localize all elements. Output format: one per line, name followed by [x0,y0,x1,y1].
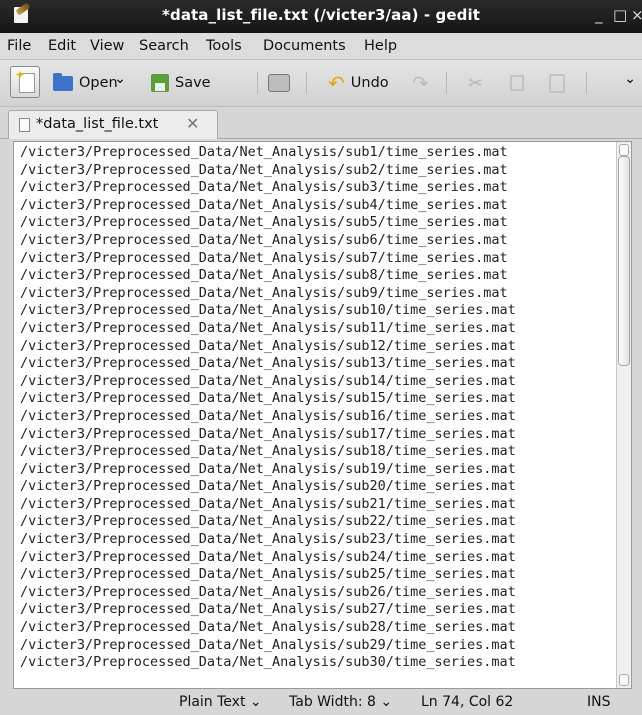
menu-edit[interactable]: Edit [48,38,76,54]
open-label: Open [79,75,118,91]
text-line: /victer3/Preprocessed_Data/Net_Analysis/… [20,495,516,512]
tab-bar: *data_list_file.txt ✕ [0,107,642,139]
text-line: /victer3/Preprocessed_Data/Net_Analysis/… [20,513,516,530]
tab-label: *data_list_file.txt [36,116,159,132]
redo-icon: ↷ [412,71,429,95]
text-line: /victer3/Preprocessed_Data/Net_Analysis/… [20,425,516,442]
chevron-down-icon: ⌄ [114,71,127,87]
open-recent-dropdown[interactable]: ⌄ [114,65,126,93]
save-icon [151,74,169,92]
text-line: /victer3/Preprocessed_Data/Net_Analysis/… [20,337,516,354]
text-line: /victer3/Preprocessed_Data/Net_Analysis/… [20,319,516,336]
toolbar: ✦ Open ⌄ Save ↶ Undo ↷ ✂ ⌄ [0,60,642,107]
menu-tools[interactable]: Tools [206,38,242,54]
text-editor[interactable]: /victer3/Preprocessed_Data/Net_Analysis/… [13,141,632,689]
text-line: /victer3/Preprocessed_Data/Net_Analysis/… [20,390,516,407]
undo-label: Undo [350,75,389,91]
text-file-icon [19,118,30,132]
toolbar-separator [586,72,587,94]
cursor-position: Ln 74, Col 62 [421,694,514,710]
undo-icon: ↶ [328,71,345,95]
text-line: /victer3/Preprocessed_Data/Net_Analysis/… [20,601,516,618]
toolbar-separator [446,72,447,94]
toolbar-overflow-button[interactable]: ⌄ [624,65,636,93]
text-line: /victer3/Preprocessed_Data/Net_Analysis/… [20,583,516,600]
scrollbar-thumb[interactable] [618,156,630,366]
print-button[interactable] [268,69,290,97]
cut-button[interactable]: ✂ [468,69,483,97]
open-button[interactable]: Open [53,69,118,97]
text-line: /victer3/Preprocessed_Data/Net_Analysis/… [20,231,508,248]
text-line: /victer3/Preprocessed_Data/Net_Analysis/… [20,284,508,301]
text-line: /victer3/Preprocessed_Data/Net_Analysis/… [20,372,516,389]
menu-file[interactable]: File [7,38,31,54]
close-tab-icon[interactable]: ✕ [186,114,199,133]
toolbar-separator [257,72,258,94]
star-icon: ✦ [15,68,26,82]
language-selector[interactable]: Plain Text ⌄ [179,694,262,710]
redo-button[interactable]: ↷ [412,69,429,97]
menu-search[interactable]: Search [139,38,189,54]
copy-icon [510,75,524,91]
save-button[interactable]: Save [151,69,211,97]
text-line: /victer3/Preprocessed_Data/Net_Analysis/… [20,443,516,460]
close-window-button[interactable]: × [631,6,642,24]
text-line: /victer3/Preprocessed_Data/Net_Analysis/… [20,267,508,284]
chevron-down-icon: ⌄ [624,71,637,87]
paste-button[interactable] [549,69,565,97]
menu-bar: File Edit View Search Tools Documents He… [0,33,642,60]
paste-icon [549,73,565,93]
copy-button[interactable] [510,69,524,97]
scroll-up-arrow-icon[interactable] [619,144,629,156]
scroll-down-arrow-icon[interactable] [619,674,629,686]
text-line: /victer3/Preprocessed_Data/Net_Analysis/… [20,478,516,495]
toolbar-separator [306,72,307,94]
menu-help[interactable]: Help [364,38,397,54]
text-line: /victer3/Preprocessed_Data/Net_Analysis/… [20,619,516,636]
insert-mode: INS [587,694,611,710]
text-line: /victer3/Preprocessed_Data/Net_Analysis/… [20,531,516,548]
text-line: /victer3/Preprocessed_Data/Net_Analysis/… [20,214,508,231]
minimize-button[interactable]: _ [595,6,603,24]
tab-width-selector[interactable]: Tab Width: 8 ⌄ [289,694,392,710]
text-line: /victer3/Preprocessed_Data/Net_Analysis/… [20,179,508,196]
folder-icon [53,72,73,91]
text-line: /victer3/Preprocessed_Data/Net_Analysis/… [20,654,516,671]
text-line: /victer3/Preprocessed_Data/Net_Analysis/… [20,636,516,653]
text-line: /victer3/Preprocessed_Data/Net_Analysis/… [20,548,516,565]
maximize-button[interactable]: □ [613,6,627,24]
window-title: *data_list_file.txt (/victer3/aa) - gedi… [162,6,480,24]
menu-documents[interactable]: Documents [263,38,346,54]
printer-icon [268,74,290,92]
undo-button[interactable]: ↶ Undo [328,69,389,97]
text-lines: /victer3/Preprocessed_Data/Net_Analysis/… [20,144,516,672]
text-line: /victer3/Preprocessed_Data/Net_Analysis/… [20,302,516,319]
text-line: /victer3/Preprocessed_Data/Net_Analysis/… [20,196,508,213]
new-document-button[interactable]: ✦ [10,66,40,98]
text-line: /victer3/Preprocessed_Data/Net_Analysis/… [20,566,516,583]
text-line: /victer3/Preprocessed_Data/Net_Analysis/… [20,161,508,178]
text-line: /victer3/Preprocessed_Data/Net_Analysis/… [20,460,516,477]
scissors-icon: ✂ [468,72,484,94]
status-bar: Plain Text ⌄ Tab Width: 8 ⌄ Ln 74, Col 6… [0,690,642,715]
menu-view[interactable]: View [90,38,124,54]
title-bar: *data_list_file.txt (/victer3/aa) - gedi… [0,0,642,33]
save-label: Save [175,75,211,91]
text-line: /victer3/Preprocessed_Data/Net_Analysis/… [20,249,508,266]
document-tab[interactable]: *data_list_file.txt ✕ [8,110,218,139]
vertical-scrollbar[interactable] [616,142,631,688]
text-line: /victer3/Preprocessed_Data/Net_Analysis/… [20,355,516,372]
text-line: /victer3/Preprocessed_Data/Net_Analysis/… [20,144,508,160]
text-line: /victer3/Preprocessed_Data/Net_Analysis/… [20,407,516,424]
